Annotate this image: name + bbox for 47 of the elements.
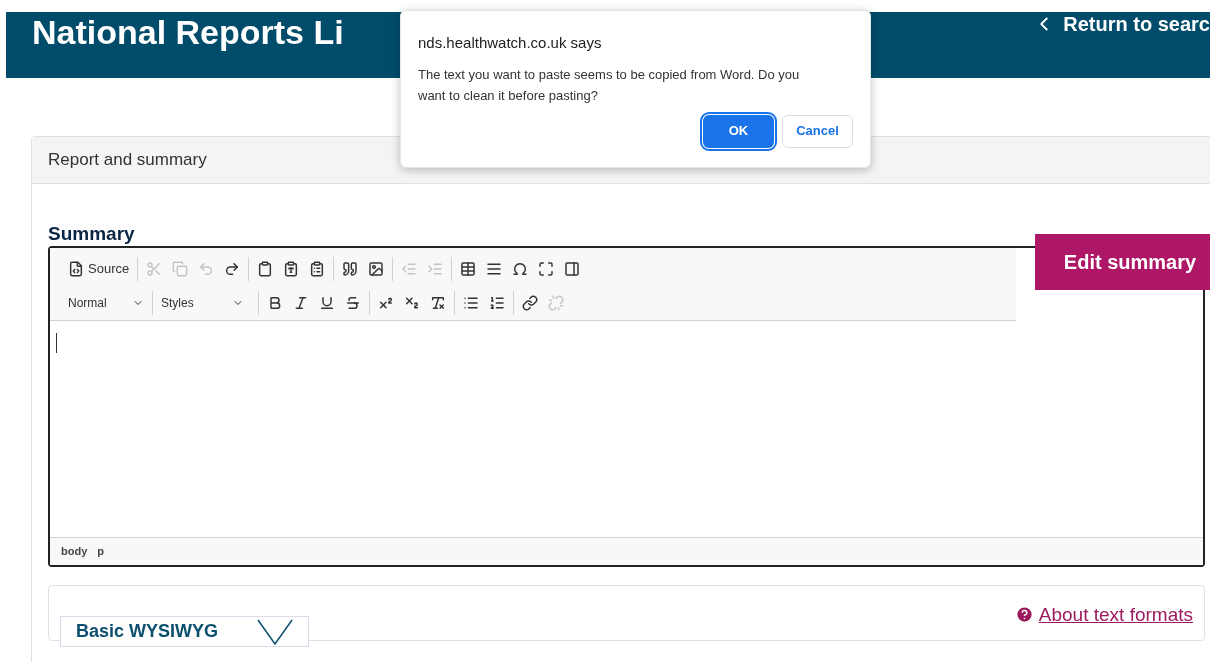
maximize-icon	[538, 261, 555, 277]
numbered-list-icon	[489, 295, 505, 311]
source-button[interactable]: Source	[63, 257, 135, 281]
strikethrough-icon	[345, 295, 361, 311]
bold-icon	[267, 295, 283, 311]
dialog-origin: nds.healthwatch.co.uk says	[418, 33, 603, 53]
image-icon	[368, 261, 385, 277]
text-cursor	[56, 333, 57, 353]
outdent-icon	[401, 261, 418, 277]
table-icon	[460, 261, 477, 277]
paste-icon	[257, 261, 274, 277]
bulleted-list-icon	[463, 295, 479, 311]
scissors-icon	[146, 261, 163, 277]
ok-button[interactable]: OK	[703, 114, 774, 148]
path-item[interactable]: p	[97, 543, 104, 560]
help-icon	[1014, 605, 1034, 625]
paste-text-icon	[283, 261, 300, 277]
format-dropdown[interactable]: Normal	[60, 291, 152, 315]
path-item[interactable]: body	[61, 543, 88, 560]
edit-summary-button[interactable]: Edit summary	[1035, 234, 1210, 290]
source-icon	[68, 261, 84, 277]
unlink-icon	[548, 295, 564, 311]
cancel-button[interactable]: Cancel	[782, 114, 853, 148]
copy-icon	[172, 261, 189, 277]
paste-word-icon	[309, 261, 326, 277]
styles-dropdown[interactable]: Styles	[152, 291, 252, 315]
redo-icon	[224, 261, 241, 277]
chevron-down-icon	[257, 618, 293, 645]
undo-icon	[198, 261, 215, 277]
panel-title: Report and summary	[48, 149, 207, 172]
return-link[interactable]: Return to searc	[1033, 12, 1210, 36]
about-text-formats-link[interactable]: About text formats	[1014, 600, 1193, 629]
remove-format-icon	[430, 295, 446, 311]
text-format-select[interactable]: Basic WYSIWYG	[60, 616, 309, 647]
show-blocks-icon	[564, 261, 581, 277]
summary-heading: Summary	[48, 222, 136, 246]
horizontal-line-icon	[486, 261, 503, 277]
superscript-icon	[378, 295, 394, 311]
italic-icon	[293, 295, 309, 311]
page-title: National Reports Li	[32, 12, 344, 53]
quote-icon	[342, 261, 359, 277]
link-icon	[522, 295, 538, 311]
dialog-message: The text you want to paste seems to be copied from Word. Do you want to clean it before pasting?	[418, 65, 801, 105]
indent-icon	[427, 261, 444, 277]
omega-icon	[512, 261, 529, 277]
subscript-icon	[404, 295, 420, 311]
underline-icon	[319, 295, 335, 311]
